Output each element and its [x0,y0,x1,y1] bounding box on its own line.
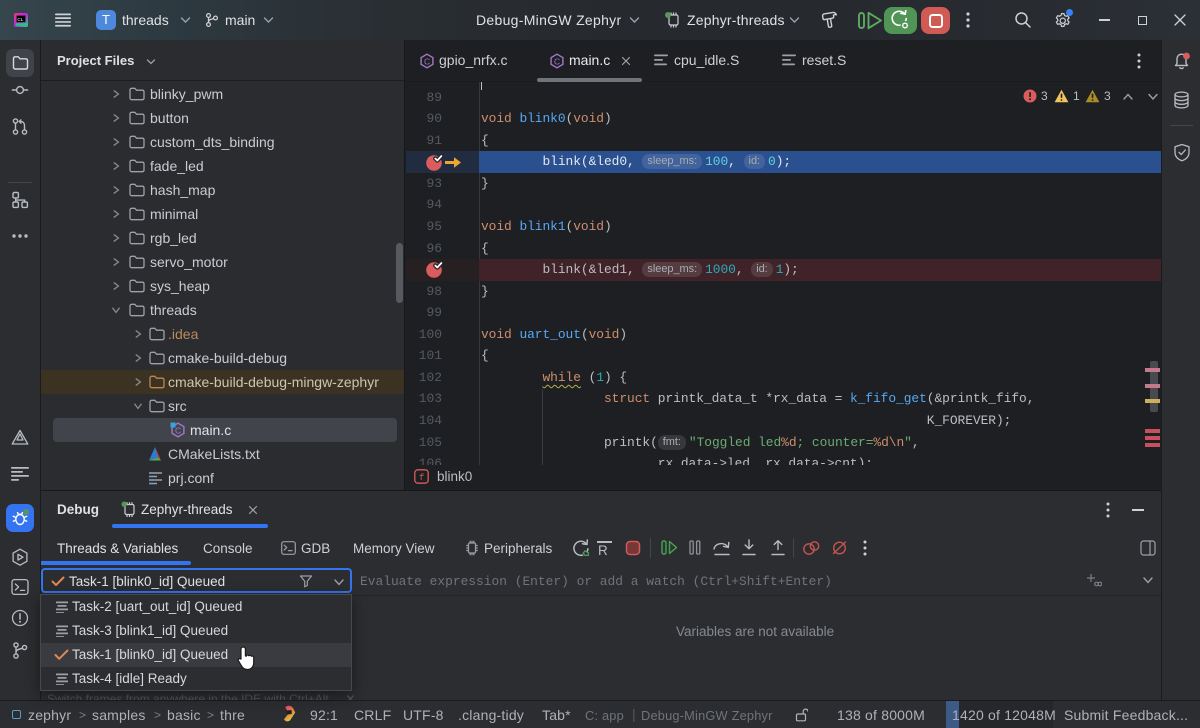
svg-text:C: C [424,56,430,66]
svg-text:C: C [175,425,181,435]
svg-text:f: f [419,473,424,483]
svg-text:CL: CL [17,17,23,22]
svg-text:C: C [554,56,560,66]
